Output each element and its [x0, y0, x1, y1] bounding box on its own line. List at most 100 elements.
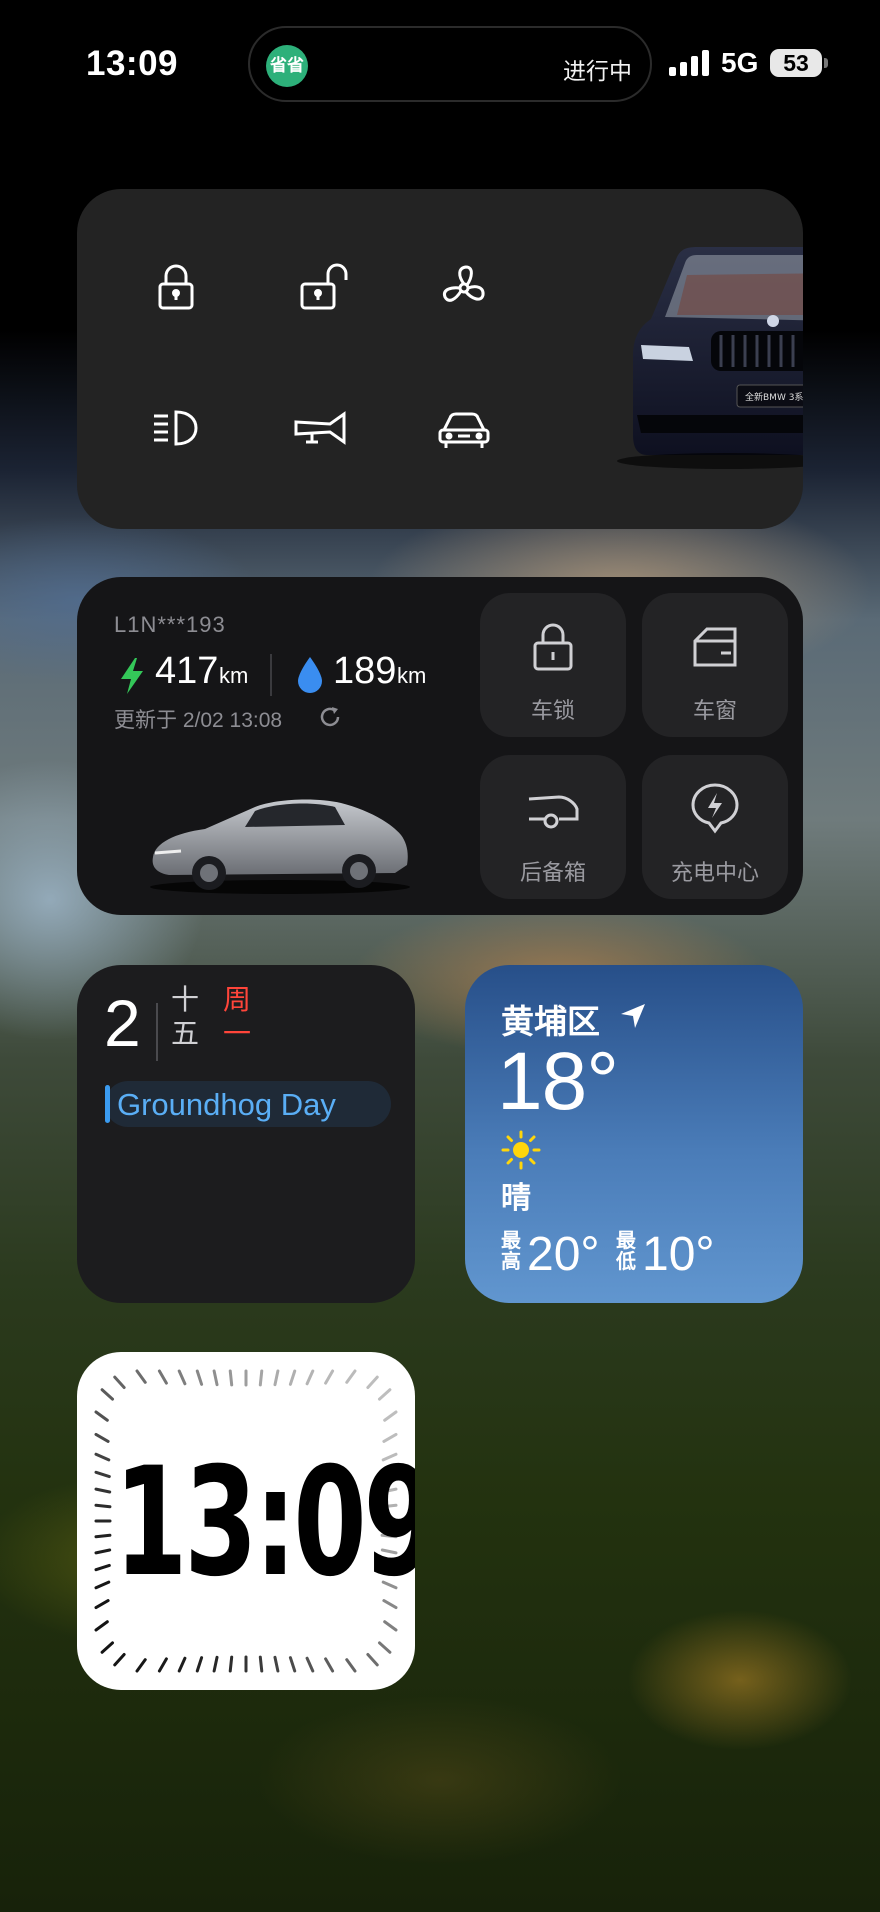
trunk-label: 后备箱: [519, 860, 586, 885]
clock-tick: [100, 1641, 115, 1654]
charging-icon: [691, 783, 739, 834]
lock-icon[interactable]: [146, 258, 206, 318]
clock-widget[interactable]: 13:09: [77, 1352, 415, 1690]
ev-car-image: [150, 799, 410, 894]
clock-tick: [288, 1369, 297, 1386]
lunar-date: 十 五: [170, 984, 199, 1049]
fan-icon[interactable]: [434, 258, 494, 318]
clock-tick: [212, 1655, 219, 1673]
clock-tick: [94, 1470, 111, 1479]
clock-tick: [258, 1655, 264, 1673]
window-tile[interactable]: 车窗: [642, 593, 788, 737]
fuel-drop-icon: [298, 657, 322, 693]
lock-tile[interactable]: 车锁: [480, 593, 626, 737]
live-activity-app-icon: 省省: [266, 45, 308, 87]
clock-tick: [94, 1487, 112, 1494]
clock-tick: [273, 1655, 280, 1673]
clock-tick: [366, 1375, 379, 1390]
electric-bolt-icon: [121, 658, 143, 694]
trunk-icon: [528, 795, 579, 829]
charging-center-label: 充电中心: [670, 860, 759, 885]
padlock-icon: [533, 623, 573, 671]
clock-tick: [135, 1369, 147, 1384]
vehicle-plate: L1N***193: [114, 612, 226, 637]
headlight-icon[interactable]: [146, 398, 206, 458]
weather-condition: 晴: [501, 1182, 531, 1215]
sun-icon: [501, 1130, 541, 1170]
electric-range-unit: km: [219, 663, 249, 688]
refresh-icon[interactable]: [318, 705, 342, 729]
clock-tick: [228, 1655, 234, 1673]
update-time: 更新于 2/02 13:08: [114, 709, 283, 732]
low-temperature: 10°: [642, 1228, 715, 1281]
clock-tick: [94, 1563, 111, 1572]
event-color-bar: [105, 1085, 110, 1123]
car-control-widget[interactable]: 全新BMW 3系Li: [77, 189, 803, 529]
ev-car-widget[interactable]: L1N***193 417 km 189 km 更新于 2/02 13:08 车…: [77, 577, 803, 915]
clock-tick: [94, 1503, 112, 1509]
lock-label: 车锁: [530, 698, 575, 723]
status-time: 13:09: [86, 44, 179, 83]
clock-tick: [195, 1369, 204, 1386]
clock-tick: [366, 1652, 379, 1667]
clock-tick: [305, 1369, 315, 1386]
weather-widget[interactable]: 黄埔区 18° 晴 最高 20° 最低 10°: [465, 965, 803, 1303]
fuel-range-value: 189: [333, 650, 397, 692]
location-arrow-icon: [621, 1004, 645, 1028]
clock-tick: [383, 1410, 398, 1422]
clock-tick: [345, 1369, 357, 1384]
clock-tick: [324, 1369, 335, 1385]
clock-tick: [195, 1656, 204, 1673]
high-label: 最高: [501, 1230, 521, 1273]
clock-tick: [305, 1656, 315, 1673]
high-temperature: 20°: [527, 1228, 600, 1281]
low-label: 最低: [616, 1230, 636, 1273]
clock-tick: [177, 1656, 187, 1673]
status-bar: 13:09 省省 进行中 5G 53: [0, 0, 880, 130]
calendar-event[interactable]: Groundhog Day: [105, 1081, 391, 1127]
clock-tick: [157, 1657, 168, 1673]
clock-tick: [113, 1652, 126, 1667]
network-type: 5G: [721, 47, 759, 78]
electric-range-value: 417: [155, 650, 219, 692]
clock-tick: [324, 1657, 335, 1673]
calendar-divider: [156, 1003, 158, 1061]
clock-tick: [94, 1580, 111, 1590]
clock-tick: [135, 1658, 147, 1673]
clock-tick: [273, 1369, 280, 1387]
weekday: 周 一: [222, 984, 251, 1049]
window-label: 车窗: [692, 698, 737, 723]
clock-tick: [94, 1452, 111, 1462]
battery-tip: [824, 58, 828, 68]
trunk-tile[interactable]: 后备箱: [480, 755, 626, 899]
clock-tick: [94, 1620, 109, 1632]
clock-tick: [345, 1658, 357, 1673]
clock-tick: [383, 1620, 398, 1632]
cellular-signal-icon: [669, 50, 711, 76]
clock-tick: [94, 1548, 112, 1555]
clock-tick: [258, 1369, 264, 1387]
fuel-range-unit: km: [397, 663, 427, 688]
dynamic-island[interactable]: 省省 进行中: [248, 26, 652, 102]
window-icon: [693, 627, 737, 667]
calendar-day: 2: [104, 986, 141, 1060]
digital-clock: 13:09: [114, 1436, 415, 1610]
clock-tick: [94, 1432, 110, 1443]
battery-icon: 53: [770, 49, 822, 77]
car-plate-badge: 全新BMW 3系Li: [745, 391, 803, 403]
calendar-widget[interactable]: 2 十 五 周 一 Groundhog Day: [77, 965, 415, 1303]
event-title: Groundhog Day: [117, 1087, 336, 1122]
clock-tick: [212, 1369, 219, 1387]
car-front-icon[interactable]: [434, 398, 494, 458]
clock-tick: [177, 1369, 187, 1386]
current-temperature: 18°: [497, 1036, 619, 1127]
clock-tick: [377, 1641, 392, 1654]
clock-tick: [100, 1388, 115, 1401]
unlock-icon[interactable]: [290, 258, 350, 318]
clock-tick: [94, 1410, 109, 1422]
clock-tick: [157, 1369, 168, 1385]
charging-center-tile[interactable]: 充电中心: [642, 755, 788, 899]
horn-icon[interactable]: [290, 398, 350, 458]
clock-tick: [377, 1388, 392, 1401]
clock-tick: [94, 1599, 110, 1610]
